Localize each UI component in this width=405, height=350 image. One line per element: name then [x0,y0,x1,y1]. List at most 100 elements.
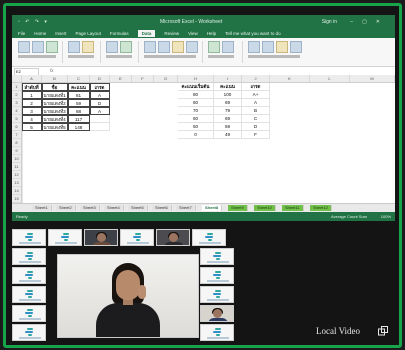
participant-tile[interactable] [156,229,190,246]
from-web-icon[interactable] [46,41,58,53]
column-header[interactable]: E [110,75,132,82]
table-cell[interactable]: 81 [67,90,90,99]
table-cell[interactable]: 0 [178,131,214,139]
participant-tile[interactable] [12,267,46,284]
column-header[interactable]: C [68,75,90,82]
participant-tile[interactable] [84,229,118,246]
row-header[interactable]: 9 [12,147,21,155]
tab-file[interactable]: File [18,31,25,36]
table-cell[interactable]: นายแดงที่5 [41,122,68,131]
row-header[interactable]: 1 [12,83,21,91]
tab-help[interactable]: Help [207,31,216,36]
table-cell[interactable]: D [242,123,270,131]
ungroup-icon[interactable] [262,41,274,53]
local-video-control[interactable]: Local Video [310,322,390,340]
sheet-tab[interactable]: Sheet2 [56,205,76,211]
table2-header-min[interactable]: คะแนนเริ่มต้น [178,83,214,91]
sheet-tab[interactable]: Sheet10 [254,205,276,211]
table-cell[interactable]: 69 [214,99,242,107]
table-cell[interactable]: 79 [214,107,242,115]
table-cell[interactable]: 70 [178,107,214,115]
fx-icon[interactable]: fx [50,67,54,75]
column-header[interactable]: F [132,75,154,82]
column-header[interactable]: K [270,75,310,82]
sheet-tab[interactable]: Sheet6 [152,205,172,211]
table-cell[interactable]: 148 [67,122,90,131]
sheet-tab[interactable]: Sheet7 [176,205,196,211]
row-header[interactable]: 10 [12,155,21,163]
table-cell[interactable]: D [89,98,110,107]
column-header[interactable]: J [242,75,270,82]
row-header[interactable]: 13 [12,179,21,187]
column-header[interactable]: I [214,75,242,82]
column-header[interactable]: H [178,75,214,82]
tab-data[interactable]: Data [137,30,156,37]
row-header[interactable]: 15 [12,195,21,203]
table-cell[interactable]: B [242,107,270,115]
table-cell[interactable]: นายแดงที่3 [41,106,68,115]
tab-page-layout[interactable]: Page Layout [76,31,101,36]
what-if-icon[interactable] [208,41,220,53]
participant-tile[interactable] [200,286,234,303]
table-cell[interactable]: C [242,115,270,123]
table-cell[interactable]: นายแดงที่4 [41,114,68,123]
quick-access-toolbar[interactable]: ▫ ↶ ↷ ▾ [18,15,49,29]
table-cell[interactable]: 3 [21,106,42,115]
tab-home[interactable]: Home [34,31,46,36]
queries-icon[interactable] [82,41,94,53]
table1-header-name[interactable]: ชื่อ [41,82,68,91]
sheet-tab[interactable]: Sheet1 [32,205,52,211]
participant-tile[interactable] [12,248,46,265]
text-to-columns-icon[interactable] [144,41,156,53]
table-cell[interactable]: A+ [242,91,270,99]
column-header[interactable]: A [22,75,42,82]
column-header[interactable]: B [42,75,68,82]
tab-insert[interactable]: Insert [55,31,66,36]
table-cell[interactable]: A [89,90,110,99]
table-cell[interactable]: 5 [21,122,42,131]
table-cell[interactable]: 100 [214,91,242,99]
column-header[interactable]: M [350,75,395,82]
group-icon[interactable] [248,41,260,53]
table-cell[interactable]: 60 [178,99,214,107]
table-cell[interactable]: 69 [214,115,242,123]
pop-out-window-icon[interactable] [378,326,388,336]
table1-header-score[interactable]: คะแนน [67,82,90,91]
table-cell[interactable]: 59 [214,123,242,131]
zoom-level[interactable]: 100% [381,212,391,221]
table-cell[interactable]: F [242,131,270,139]
data-validation-icon[interactable] [172,41,184,53]
row-header[interactable]: 14 [12,187,21,195]
spreadsheet-grid[interactable]: A B C D E F G H I J K L M 1 2 3 4 5 6 7 … [12,75,395,203]
table2-header-max[interactable]: คะแนน [214,83,242,91]
table-cell[interactable]: A [89,106,110,115]
sheet-tab[interactable]: Sheet5 [128,205,148,211]
sheet-tab[interactable]: Sheet12 [310,205,332,211]
get-data-icon[interactable] [18,41,30,53]
row-header[interactable]: 12 [12,171,21,179]
tab-view[interactable]: View [188,31,198,36]
sheet-tab[interactable]: Sheet3 [80,205,100,211]
consolidate-icon[interactable] [186,41,198,53]
table-cell[interactable]: 50 [178,123,214,131]
window-controls[interactable]: –▢✕ [350,15,389,29]
table-cell[interactable]: A [242,99,270,107]
forecast-icon[interactable] [222,41,234,53]
tell-me-search[interactable]: Tell me what you want to do [225,31,281,36]
participant-tile[interactable] [48,229,82,246]
participant-tile[interactable] [200,267,234,284]
participant-tile[interactable] [12,305,46,322]
row-header[interactable]: 3 [12,99,21,107]
table2-header-grade[interactable]: เกรด [242,83,270,91]
table-cell[interactable]: 49 [214,131,242,139]
row-header[interactable]: 5 [12,115,21,123]
row-header[interactable]: 7 [12,131,21,139]
table-cell[interactable]: นายแดงที่2 [41,98,68,107]
column-header[interactable]: L [310,75,350,82]
table1-header-grade[interactable]: เกรด [89,82,110,91]
table-cell[interactable]: 88 [67,106,90,115]
filter-icon[interactable] [120,41,132,53]
column-header[interactable]: G [154,75,178,82]
row-header[interactable]: 2 [12,91,21,99]
table-cell[interactable]: 59 [67,98,90,107]
